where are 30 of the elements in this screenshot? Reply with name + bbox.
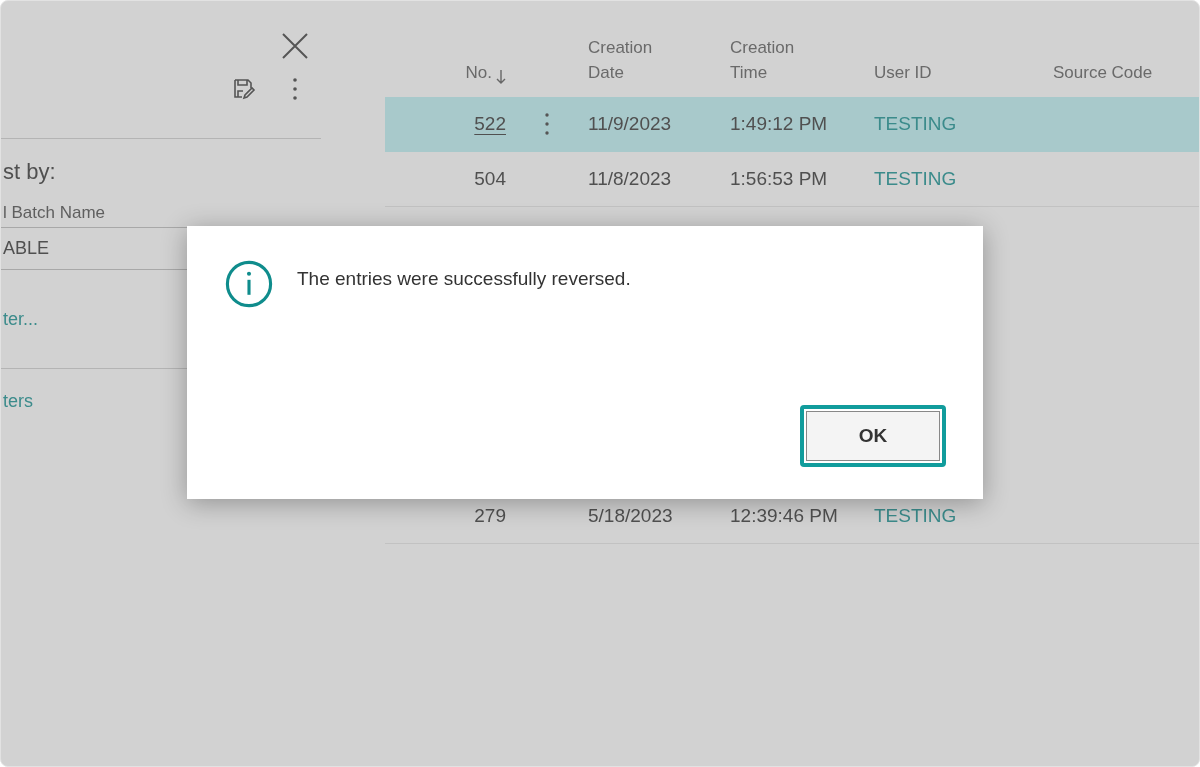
entry-number: 504	[474, 168, 506, 190]
field-label: l Batch Name	[2, 203, 107, 224]
column-header[interactable]: User ID	[874, 60, 1053, 85]
filter-link[interactable]: ter...	[3, 308, 38, 330]
table-cell: 12:39:46 PM	[730, 505, 838, 527]
close-icon[interactable]	[282, 33, 308, 59]
table-cell: 11/8/2023	[588, 168, 672, 190]
info-icon	[225, 260, 273, 308]
table-row[interactable]: 504 11/8/2023 1:56:53 PM TESTING	[385, 152, 1199, 207]
filter-link[interactable]: ters	[3, 390, 33, 412]
column-header[interactable]: Source Code	[1053, 60, 1183, 85]
dialog-message: The entries were successfully reversed.	[297, 268, 631, 290]
user-link[interactable]: TESTING	[874, 113, 957, 135]
filter-heading: st by:	[2, 159, 57, 185]
column-header[interactable]: No.	[385, 60, 506, 85]
table-cell: 5/18/2023	[588, 505, 673, 527]
entry-number: 279	[474, 505, 506, 527]
column-header[interactable]: Creation Date	[588, 35, 688, 85]
table-cell: 1:49:12 PM	[730, 113, 828, 135]
more-icon[interactable]	[292, 77, 298, 101]
row-menu-icon[interactable]	[544, 112, 550, 136]
user-link[interactable]: TESTING	[874, 168, 957, 190]
table-cell: 11/9/2023	[588, 113, 672, 135]
entry-number[interactable]: 522	[474, 113, 506, 135]
table-row[interactable]: 522 11/9/2023 1:49:12 PM TESTING	[385, 97, 1199, 152]
user-link[interactable]: TESTING	[874, 505, 957, 527]
table-cell: 1:56:53 PM	[730, 168, 828, 190]
column-header[interactable]: Creation Time	[730, 35, 830, 85]
save-edit-icon[interactable]	[232, 77, 256, 101]
ok-button[interactable]: OK	[800, 405, 946, 467]
